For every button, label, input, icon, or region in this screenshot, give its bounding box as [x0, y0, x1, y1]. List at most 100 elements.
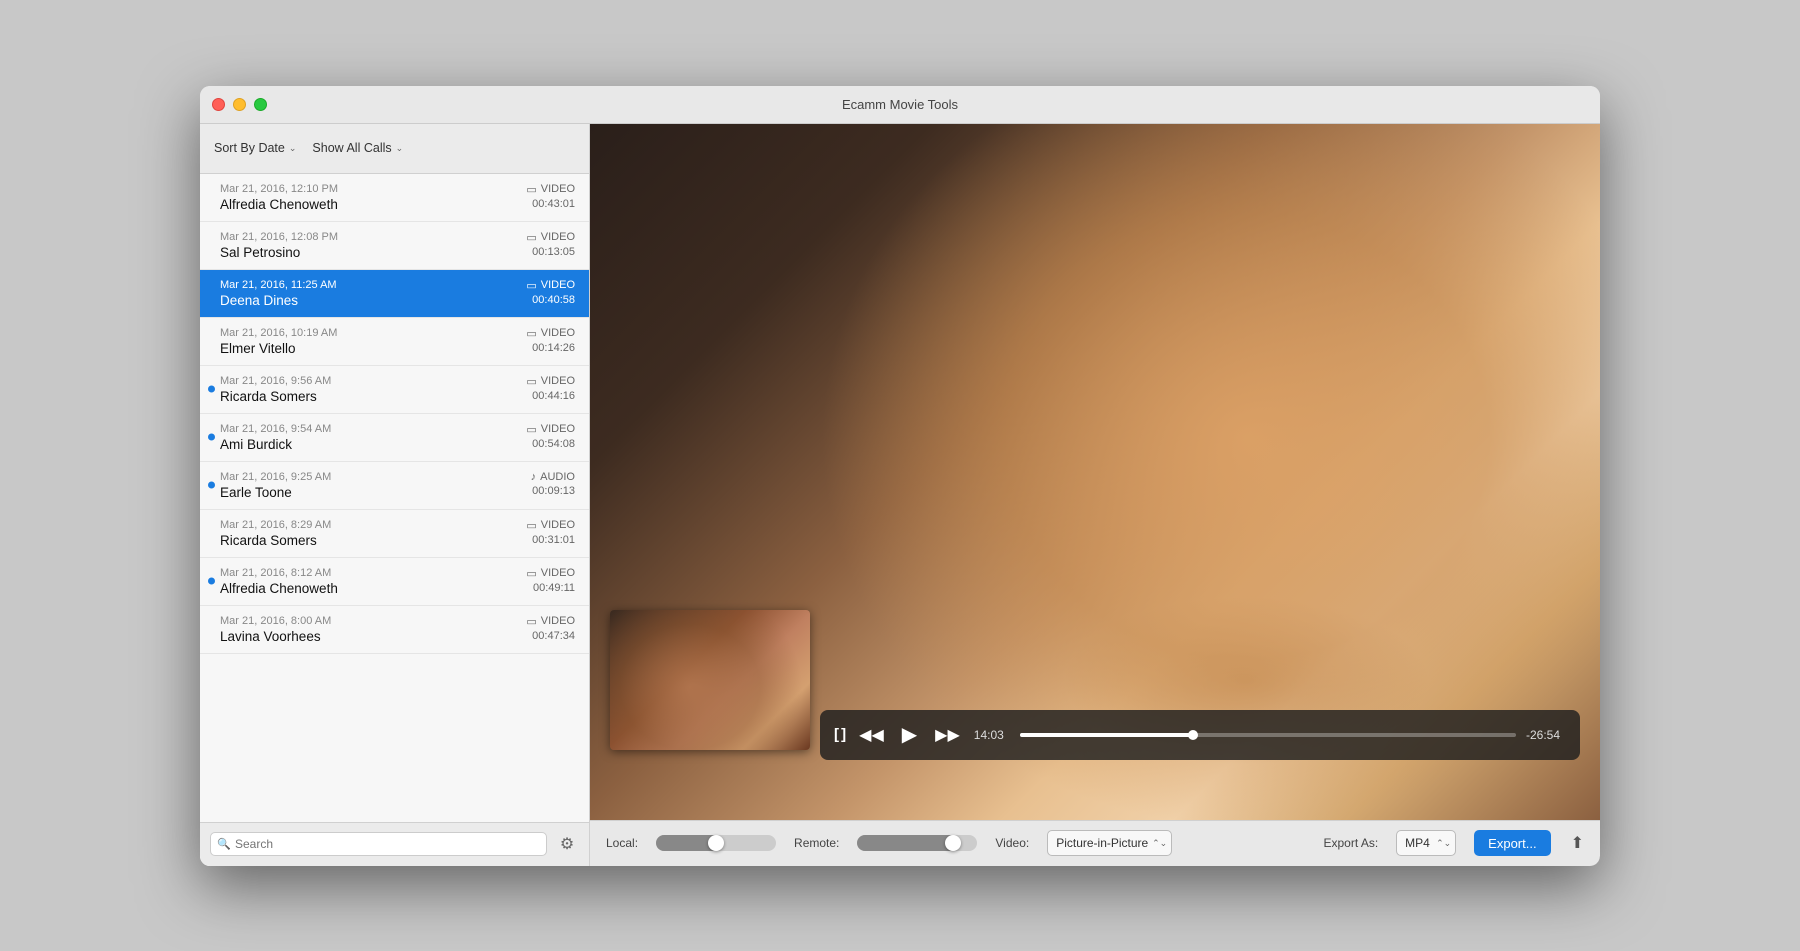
call-type-label: VIDEO: [541, 183, 575, 195]
call-name: Sal Petrosino: [220, 245, 526, 260]
call-meta: ▭ VIDEO 00:54:08: [526, 423, 575, 450]
sidebar: Sort By Date ⌄ Show All Calls ⌄ Mar 21, …: [200, 124, 590, 866]
rewind-button[interactable]: ◀◀: [855, 723, 888, 747]
call-info: Mar 21, 2016, 12:10 PM Alfredia Chenowet…: [220, 183, 526, 212]
app-window: Ecamm Movie Tools Sort By Date ⌄ Show Al…: [200, 86, 1600, 866]
call-list-item[interactable]: Mar 21, 2016, 8:00 AM Lavina Voorhees ▭ …: [200, 606, 589, 654]
search-input[interactable]: [210, 832, 547, 856]
call-date: Mar 21, 2016, 8:12 AM: [220, 567, 526, 579]
remote-volume-slider[interactable]: [857, 835, 977, 851]
call-list-item[interactable]: Mar 21, 2016, 9:25 AM Earle Toone ♪ AUDI…: [200, 462, 589, 510]
call-info: Mar 21, 2016, 9:56 AM Ricarda Somers: [220, 375, 526, 404]
call-date: Mar 21, 2016, 8:29 AM: [220, 519, 526, 531]
call-name: Alfredia Chenoweth: [220, 197, 526, 212]
call-name: Ricarda Somers: [220, 533, 526, 548]
call-info: Mar 21, 2016, 8:29 AM Ricarda Somers: [220, 519, 526, 548]
calls-list: Mar 21, 2016, 12:10 PM Alfredia Chenowet…: [200, 174, 589, 822]
call-list-item[interactable]: Mar 21, 2016, 9:56 AM Ricarda Somers ▭ V…: [200, 366, 589, 414]
current-time-label: 14:03: [974, 728, 1010, 742]
video-icon: ▭: [526, 279, 536, 292]
close-button[interactable]: [212, 98, 225, 111]
unread-dot: [208, 578, 215, 585]
export-format-dropdown[interactable]: MP4 MOV M4A: [1396, 830, 1456, 856]
local-slider-knob[interactable]: [708, 835, 724, 851]
sidebar-footer: 🔍 ⚙: [200, 822, 589, 866]
call-list-item[interactable]: Mar 21, 2016, 8:29 AM Ricarda Somers ▭ V…: [200, 510, 589, 558]
call-meta: ▭ VIDEO 00:43:01: [526, 183, 575, 210]
call-date: Mar 21, 2016, 9:25 AM: [220, 471, 531, 483]
bottom-toolbar: Local: Remote: Video: Picture-in-Picture…: [590, 820, 1600, 866]
call-type-row: ▭ VIDEO: [526, 327, 575, 340]
call-type-row: ▭ VIDEO: [526, 567, 575, 580]
export-button[interactable]: Export...: [1474, 830, 1550, 856]
call-date: Mar 21, 2016, 12:08 PM: [220, 231, 526, 243]
call-meta: ▭ VIDEO 00:14:26: [526, 327, 575, 354]
call-duration: 00:09:13: [532, 485, 575, 497]
call-duration: 00:13:05: [532, 246, 575, 258]
call-type-label: VIDEO: [541, 375, 575, 387]
export-format-dropdown-wrapper: MP4 MOV M4A ⌃⌄: [1396, 830, 1456, 856]
remote-label: Remote:: [794, 836, 839, 850]
call-type-row: ♪ AUDIO: [531, 471, 575, 483]
titlebar: Ecamm Movie Tools: [200, 86, 1600, 124]
show-all-calls-button[interactable]: Show All Calls ⌄: [312, 141, 403, 155]
video-icon: ▭: [526, 615, 536, 628]
call-duration: 00:47:34: [532, 630, 575, 642]
call-meta: ▭ VIDEO 00:40:58: [526, 279, 575, 306]
call-list-item[interactable]: Mar 21, 2016, 12:10 PM Alfredia Chenowet…: [200, 174, 589, 222]
call-list-item[interactable]: Mar 21, 2016, 8:12 AM Alfredia Chenoweth…: [200, 558, 589, 606]
call-list-item[interactable]: Mar 21, 2016, 10:19 AM Elmer Vitello ▭ V…: [200, 318, 589, 366]
call-name: Alfredia Chenoweth: [220, 581, 526, 596]
call-meta: ▭ VIDEO 00:31:01: [526, 519, 575, 546]
call-type-row: ▭ VIDEO: [526, 615, 575, 628]
settings-button[interactable]: ⚙: [555, 832, 579, 856]
call-duration: 00:44:16: [532, 390, 575, 402]
video-icon: ▭: [526, 567, 536, 580]
call-type-label: VIDEO: [541, 615, 575, 627]
call-type-label: VIDEO: [541, 327, 575, 339]
search-icon: 🔍: [217, 838, 231, 851]
call-list-item[interactable]: Mar 21, 2016, 12:08 PM Sal Petrosino ▭ V…: [200, 222, 589, 270]
call-date: Mar 21, 2016, 12:10 PM: [220, 183, 526, 195]
video-main: [ ] ◀◀ ▶ ▶▶ 14:03 -26:54: [590, 124, 1600, 820]
video-icon: ▭: [526, 327, 536, 340]
call-name: Earle Toone: [220, 485, 531, 500]
video-mode-dropdown[interactable]: Picture-in-Picture Side-by-Side Remote O…: [1047, 830, 1172, 856]
progress-bar[interactable]: [1020, 733, 1516, 737]
call-info: Mar 21, 2016, 9:54 AM Ami Burdick: [220, 423, 526, 452]
video-icon: ▭: [526, 423, 536, 436]
share-button[interactable]: ⬆: [1571, 833, 1584, 853]
video-icon: ▭: [526, 183, 536, 196]
call-duration: 00:31:01: [532, 534, 575, 546]
search-wrapper: 🔍: [210, 832, 547, 856]
video-mode-dropdown-wrapper: Picture-in-Picture Side-by-Side Remote O…: [1047, 830, 1172, 856]
call-name: Ricarda Somers: [220, 389, 526, 404]
call-meta: ▭ VIDEO 00:13:05: [526, 231, 575, 258]
local-volume-slider[interactable]: [656, 835, 776, 851]
call-date: Mar 21, 2016, 9:56 AM: [220, 375, 526, 387]
call-list-item[interactable]: Mar 21, 2016, 9:54 AM Ami Burdick ▭ VIDE…: [200, 414, 589, 462]
call-name: Deena Dines: [220, 293, 526, 308]
call-info: Mar 21, 2016, 9:25 AM Earle Toone: [220, 471, 531, 500]
call-type-label: VIDEO: [541, 231, 575, 243]
video-area: [ ] ◀◀ ▶ ▶▶ 14:03 -26:54 Local:: [590, 124, 1600, 866]
play-button[interactable]: ▶: [898, 720, 921, 749]
fast-forward-button[interactable]: ▶▶: [931, 723, 964, 747]
fullscreen-button[interactable]: [254, 98, 267, 111]
call-type-label: VIDEO: [541, 519, 575, 531]
call-date: Mar 21, 2016, 9:54 AM: [220, 423, 526, 435]
sort-by-date-button[interactable]: Sort By Date ⌄: [214, 141, 296, 155]
remaining-time-label: -26:54: [1526, 728, 1566, 742]
sidebar-toolbar: Sort By Date ⌄ Show All Calls ⌄: [200, 124, 589, 174]
minimize-button[interactable]: [233, 98, 246, 111]
call-list-item[interactable]: Mar 21, 2016, 11:25 AM Deena Dines ▭ VID…: [200, 270, 589, 318]
call-type-row: ▭ VIDEO: [526, 231, 575, 244]
call-type-row: ▭ VIDEO: [526, 279, 575, 292]
call-duration: 00:40:58: [532, 294, 575, 306]
remote-slider-knob[interactable]: [945, 835, 961, 851]
call-meta: ▭ VIDEO 00:44:16: [526, 375, 575, 402]
call-duration: 00:43:01: [532, 198, 575, 210]
progress-handle[interactable]: [1188, 730, 1198, 740]
call-type-row: ▭ VIDEO: [526, 183, 575, 196]
call-info: Mar 21, 2016, 11:25 AM Deena Dines: [220, 279, 526, 308]
